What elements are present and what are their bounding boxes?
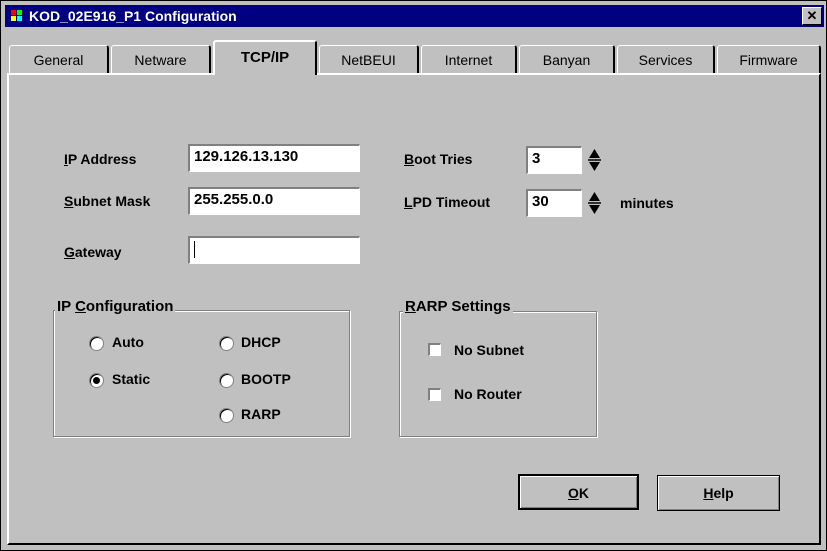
no-router-label: No Router [454, 386, 522, 402]
radio-dhcp-label: DHCP [241, 334, 281, 350]
subnet-mask-label: Subnet Mask [64, 193, 151, 209]
tab-firmware[interactable]: Firmware [717, 45, 821, 73]
minutes-unit-label: minutes [620, 195, 674, 211]
tab-services[interactable]: Services [617, 45, 715, 73]
boot-tries-spinner[interactable] [587, 147, 602, 173]
network-app-icon [11, 10, 25, 22]
gateway-input[interactable] [188, 236, 360, 264]
boot-tries-label: Boot Tries [404, 151, 473, 167]
radio-dhcp[interactable] [219, 336, 234, 351]
window-title: KOD_02E916_P1 Configuration [29, 8, 237, 24]
radio-rarp[interactable] [219, 408, 234, 423]
lpd-timeout-label: LPD Timeout [404, 194, 491, 210]
tab-tcp-ip[interactable]: TCP/IP [213, 40, 317, 75]
tab-internet[interactable]: Internet [421, 45, 517, 73]
radio-bootp[interactable] [219, 373, 234, 388]
tab-general[interactable]: General [9, 45, 109, 73]
configuration-dialog: KOD_02E916_P1 Configuration ✕ General Ne… [0, 0, 827, 551]
tab-banyan[interactable]: Banyan [519, 45, 615, 73]
rarp-settings-legend: RARP Settings [403, 298, 513, 315]
ip-configuration-legend: IP Configuration [55, 298, 176, 315]
lpd-timeout-spinner[interactable] [587, 190, 602, 216]
gateway-label: Gateway [64, 244, 122, 260]
subnet-mask-input[interactable]: 255.255.0.0 [188, 187, 360, 215]
help-button[interactable]: Help [657, 475, 780, 511]
text-cursor [194, 240, 195, 258]
ip-address-input[interactable]: 129.126.13.130 [188, 144, 360, 172]
lpd-timeout-input[interactable]: 30 [526, 189, 582, 217]
title-bar[interactable]: KOD_02E916_P1 Configuration ✕ [5, 5, 824, 27]
ip-address-label: IP Address [64, 151, 137, 167]
rarp-settings-group [399, 311, 597, 437]
close-button[interactable]: ✕ [802, 7, 822, 25]
no-router-checkbox[interactable] [428, 388, 441, 401]
radio-static[interactable] [89, 373, 104, 388]
ok-button[interactable]: OK [518, 474, 639, 510]
no-subnet-label: No Subnet [454, 342, 524, 358]
radio-rarp-label: RARP [241, 406, 281, 422]
no-subnet-checkbox[interactable] [428, 343, 441, 356]
tab-netbeui[interactable]: NetBEUI [319, 45, 419, 73]
radio-auto[interactable] [89, 336, 104, 351]
boot-tries-input[interactable]: 3 [526, 146, 582, 174]
radio-auto-label: Auto [112, 334, 144, 350]
tab-netware[interactable]: Netware [111, 45, 211, 73]
radio-bootp-label: BOOTP [241, 371, 291, 387]
radio-static-label: Static [112, 371, 151, 387]
